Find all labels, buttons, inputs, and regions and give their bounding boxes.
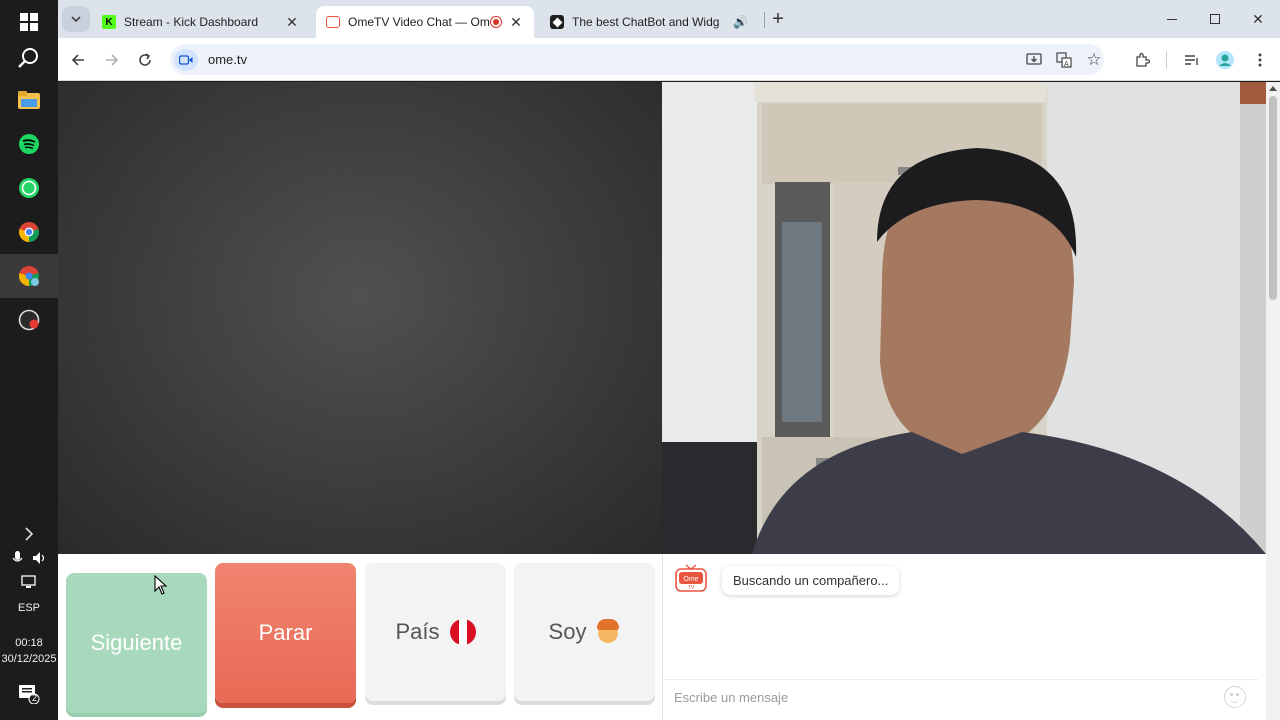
new-tab-button[interactable]: + — [764, 5, 792, 33]
network-icon[interactable] — [0, 564, 58, 600]
recording-icon — [490, 16, 502, 28]
stop-label: Parar — [258, 620, 313, 645]
file-explorer-icon[interactable] — [0, 78, 58, 122]
clock-date[interactable]: 30/12/2025 — [0, 653, 58, 665]
tab-chatbot[interactable]: The best ChatBot and Widg 🔊 — [540, 6, 758, 38]
message-input[interactable] — [674, 689, 1214, 705]
windows-taskbar: ESP 00:18 30/12/2025 2 — [0, 0, 58, 720]
notification-count: 2 — [32, 693, 38, 703]
close-window-icon[interactable]: ✕ — [1244, 5, 1272, 33]
emoji-picker-icon[interactable] — [1224, 686, 1246, 708]
next-label: Siguiente — [90, 630, 183, 655]
remote-video-feed — [58, 82, 662, 554]
self-camera-feed — [662, 82, 1266, 554]
ometv-page: Siguiente Parar País Soy Ome TV Buscando … — [58, 82, 1280, 720]
toolbar-divider — [1166, 51, 1167, 69]
minimize-icon[interactable] — [1158, 5, 1186, 33]
peru-flag-icon — [449, 619, 476, 645]
boy-emoji-icon — [596, 619, 620, 645]
notifications-icon[interactable]: 2 — [0, 672, 58, 716]
tab-kick-dashboard[interactable]: K Stream - Kick Dashboard ✕ — [92, 6, 310, 38]
gender-label: Soy — [548, 619, 587, 644]
svg-text:A: A — [1064, 61, 1069, 68]
tab-title: The best ChatBot and Widg — [572, 15, 720, 29]
close-tab-icon[interactable]: ✕ — [508, 14, 524, 31]
menu-kebab-icon[interactable] — [1246, 46, 1274, 74]
search-icon[interactable] — [0, 36, 58, 80]
tab-ometv[interactable]: OmeTV Video Chat — Ome ✕ — [316, 6, 534, 38]
country-label: País — [395, 619, 440, 644]
page-scrollbar[interactable] — [1266, 82, 1280, 720]
mouse-cursor-icon — [154, 574, 168, 600]
address-bar[interactable]: ome.tv — [170, 44, 1104, 75]
profile-avatar-icon[interactable] — [1211, 46, 1239, 74]
media-control-icon[interactable] — [1178, 46, 1206, 74]
camera-image — [662, 82, 1266, 554]
bookmark-star-icon[interactable]: ☆ — [1080, 46, 1108, 74]
whatsapp-icon[interactable] — [0, 166, 58, 210]
gender-button[interactable]: Soy — [514, 563, 655, 701]
obs-recorder-icon[interactable] — [0, 298, 58, 342]
browser-toolbar: ome.tv A ☆ — [58, 38, 1280, 81]
install-app-icon[interactable] — [1020, 46, 1048, 74]
extensions-icon[interactable] — [1128, 46, 1156, 74]
video-site-icon[interactable] — [174, 48, 198, 71]
url-text[interactable]: ome.tv — [208, 52, 247, 67]
language-indicator[interactable]: ESP — [0, 602, 58, 614]
tab-search-button[interactable] — [62, 6, 90, 32]
chrome-profile-icon[interactable] — [0, 254, 58, 298]
speaker-icon[interactable]: 🔊 — [733, 15, 748, 29]
forward-icon[interactable] — [98, 46, 126, 74]
country-button[interactable]: País — [365, 563, 506, 701]
scrollbar-thumb[interactable] — [1269, 96, 1277, 300]
back-icon[interactable] — [64, 46, 92, 74]
scroll-up-arrow-icon[interactable] — [1269, 86, 1277, 91]
browser-tab-bar: K Stream - Kick Dashboard ✕ OmeTV Video … — [58, 0, 1280, 38]
stop-button[interactable]: Parar — [215, 563, 356, 703]
chat-panel: Ome TV Buscando un compañero... — [662, 554, 1258, 720]
tab-title: Stream - Kick Dashboard — [124, 15, 259, 29]
svg-text:Ome: Ome — [683, 576, 698, 583]
ometv-logo-icon — [326, 16, 340, 28]
reload-icon[interactable] — [131, 46, 159, 74]
ometv-chat-logo-icon: Ome TV — [675, 564, 707, 592]
searching-status-message: Buscando un compañero... — [722, 566, 900, 595]
next-button[interactable]: Siguiente — [66, 573, 207, 713]
restore-icon[interactable] — [1201, 5, 1229, 33]
kick-logo-icon: K — [102, 15, 116, 29]
spotify-icon[interactable] — [0, 122, 58, 166]
chatbot-logo-icon — [550, 15, 564, 29]
message-input-row — [663, 679, 1258, 714]
translate-icon[interactable]: A — [1050, 46, 1078, 74]
close-tab-icon[interactable]: ✕ — [284, 14, 300, 31]
chrome-icon[interactable] — [0, 210, 58, 254]
tab-title: OmeTV Video Chat — Ome — [348, 15, 490, 29]
clock-time[interactable]: 00:18 — [0, 637, 58, 649]
svg-text:TV: TV — [688, 585, 695, 591]
